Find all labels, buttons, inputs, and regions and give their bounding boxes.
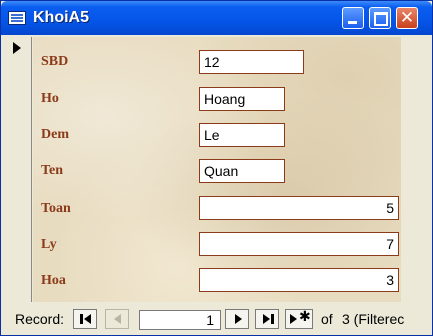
window-title: KhoiA5 xyxy=(33,9,89,26)
form-icon xyxy=(8,11,26,25)
form-right-margin xyxy=(403,37,430,302)
maximize-button[interactable] xyxy=(369,7,391,29)
label-ten: Ten xyxy=(41,163,64,178)
previous-record-button[interactable] xyxy=(105,309,129,329)
first-record-icon xyxy=(84,314,91,324)
current-record-input[interactable]: 1 xyxy=(139,310,221,330)
dem-field[interactable]: Le xyxy=(199,123,285,147)
access-form-window: KhoiA5 ✕ SBD 12 Ho Hoang Dem Le Ten Quan… xyxy=(0,0,433,336)
minimize-button[interactable] xyxy=(342,7,364,29)
hoa-field[interactable]: 3 xyxy=(199,268,399,292)
label-ho: Ho xyxy=(41,91,59,106)
new-record-star-icon: ✱ xyxy=(299,309,311,325)
toan-field[interactable]: 5 xyxy=(199,196,399,220)
ly-field[interactable]: 7 xyxy=(199,232,399,256)
record-selector[interactable] xyxy=(5,37,32,302)
current-record-arrow-icon xyxy=(13,42,21,54)
label-ly: Ly xyxy=(41,237,57,252)
last-record-icon xyxy=(263,314,270,324)
last-record-button[interactable] xyxy=(255,309,279,329)
next-record-button[interactable] xyxy=(225,309,249,329)
new-record-button[interactable]: ✱ xyxy=(285,309,313,329)
record-of-label: of xyxy=(321,311,333,327)
close-button[interactable]: ✕ xyxy=(396,7,418,29)
label-toan: Toan xyxy=(41,201,71,216)
ten-field[interactable]: Quan xyxy=(199,159,285,183)
first-record-bar-icon xyxy=(80,314,83,324)
close-icon: ✕ xyxy=(399,8,415,28)
sbd-field[interactable]: 12 xyxy=(199,50,304,74)
maximize-icon xyxy=(370,8,390,28)
record-label: Record: xyxy=(15,311,65,327)
previous-record-icon xyxy=(114,314,121,324)
minimize-icon xyxy=(343,8,363,28)
label-sbd: SBD xyxy=(41,54,69,69)
record-total: 3 (Filterec xyxy=(342,311,405,327)
label-hoa: Hoa xyxy=(41,273,66,288)
first-record-button[interactable] xyxy=(73,309,97,329)
last-record-bar-icon xyxy=(271,314,274,324)
label-dem: Dem xyxy=(41,127,69,142)
record-navigation-bar: Record: 1 ✱ of 3 (Filterec xyxy=(1,304,432,335)
title-bar[interactable]: KhoiA5 ✕ xyxy=(1,1,432,35)
new-record-arrow-icon xyxy=(290,314,297,324)
next-record-icon xyxy=(235,314,242,324)
ho-field[interactable]: Hoang xyxy=(199,87,285,111)
